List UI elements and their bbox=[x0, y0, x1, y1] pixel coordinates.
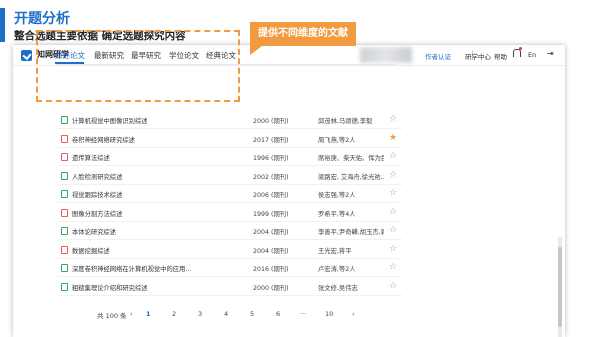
table-row[interactable]: 视觉跟踪技术综述 2006 (期刊) 侯志强,等2人 ☆ bbox=[58, 186, 402, 203]
star-outline-icon[interactable]: ☆ bbox=[389, 187, 397, 199]
document-icon bbox=[61, 116, 68, 124]
paper-year-source: 1999 (期刊) bbox=[253, 210, 289, 218]
help-link[interactable]: 帮助 bbox=[494, 51, 507, 61]
notification-dot bbox=[519, 47, 522, 50]
paper-authors: 卢宏涛,等2人 bbox=[318, 266, 356, 273]
paper-authors: 罗希平,等4人 bbox=[318, 210, 356, 218]
paper-authors: 周飞燕,等2人 bbox=[318, 136, 356, 144]
logout-icon[interactable]: ⇥ bbox=[547, 49, 554, 58]
paper-year-source: 2006 (期刊) bbox=[253, 192, 289, 199]
paper-year-source: 2000 (期刊) bbox=[253, 118, 289, 125]
slide-accent-bar bbox=[0, 8, 5, 42]
star-filled-icon[interactable]: ★ bbox=[389, 132, 397, 144]
author-cert-link[interactable]: 作者认证 bbox=[425, 51, 451, 61]
table-row[interactable]: 卷积神经网络研究综述 2017 (期刊) 周飞燕,等2人 ★ bbox=[58, 131, 402, 148]
document-icon bbox=[61, 190, 68, 198]
paper-year-source: 2002 (期刊) bbox=[253, 173, 289, 181]
tab-classic-papers[interactable]: 经典论文 bbox=[206, 50, 236, 61]
pagination-page-6[interactable]: 6 bbox=[276, 310, 280, 318]
pdf-file-icon bbox=[61, 245, 68, 254]
paper-title-link[interactable]: 本体论研究综述 bbox=[72, 227, 192, 236]
callout-label: 提供不同维度的文献 bbox=[250, 22, 356, 55]
paper-title-link[interactable]: 图像分割方法综述 bbox=[72, 209, 192, 218]
blurred-user-info bbox=[360, 47, 412, 63]
document-icon bbox=[61, 264, 68, 272]
paper-title-link[interactable]: 数据挖掘综述 bbox=[72, 246, 192, 255]
pagination-next[interactable]: › bbox=[352, 310, 355, 318]
paper-year-source: 2017 (期刊) bbox=[253, 136, 289, 144]
star-outline-icon[interactable]: ☆ bbox=[389, 150, 397, 162]
tabs-highlight-box bbox=[36, 30, 240, 102]
paper-authors: 李善平,尹奇韡,胡玉杰,郭... bbox=[318, 229, 384, 236]
pagination-ellipsis: ··· bbox=[300, 310, 307, 318]
pagination-page-3[interactable]: 3 bbox=[198, 310, 202, 318]
table-row[interactable]: 粗糙集理论介绍和研究综述 2000 (期刊) 张文修,吴伟志 ☆ bbox=[58, 279, 402, 296]
study-center-link[interactable]: 研学中心 bbox=[465, 51, 491, 61]
table-row[interactable]: 遗传算法综述 1996 (期刊) 席裕庚、柴天佑、恽为民 ☆ bbox=[58, 149, 402, 166]
paper-year-source: 1996 (期刊) bbox=[253, 155, 289, 162]
table-row[interactable]: 人脸检测研究综述 2002 (期刊) 梁路宏, 艾海舟,徐光祐... ☆ bbox=[58, 168, 402, 185]
table-row[interactable]: 计算机视觉中图像识别综述 2000 (期刊) 邱茂林,马颂德,李毅 ☆ bbox=[58, 112, 402, 129]
paper-authors: 侯志强,等2人 bbox=[318, 192, 356, 199]
star-outline-icon[interactable]: ☆ bbox=[389, 206, 397, 218]
table-row[interactable]: 图像分割方法综述 1999 (期刊) 罗希平,等4人 ☆ bbox=[58, 205, 402, 222]
paper-title-link[interactable]: 计算机视觉中图像识别综述 bbox=[72, 116, 192, 125]
slide-title: 开题分析 bbox=[14, 11, 70, 27]
paper-title-link[interactable]: 粗糙集理论介绍和研究综述 bbox=[72, 283, 192, 292]
document-icon bbox=[61, 227, 68, 235]
pagination-total: 共 100 条 bbox=[97, 312, 127, 320]
star-outline-icon[interactable]: ☆ bbox=[389, 169, 397, 181]
paper-title-link[interactable]: 卷积神经网络研究综述 bbox=[72, 135, 192, 144]
pagination-prev[interactable]: ‹ bbox=[130, 310, 133, 318]
scrollbar-thumb[interactable] bbox=[558, 247, 562, 327]
paper-year-source: 2016 (期刊) bbox=[253, 266, 289, 273]
pdf-file-icon bbox=[61, 134, 68, 143]
pagination-page-5[interactable]: 5 bbox=[250, 310, 254, 318]
star-outline-icon[interactable]: ☆ bbox=[389, 261, 397, 273]
language-en-link[interactable]: En bbox=[528, 51, 536, 59]
table-row[interactable]: 本体论研究综述 2004 (期刊) 李善平,尹奇韡,胡玉杰,郭... ☆ bbox=[58, 223, 402, 240]
pagination-page-4[interactable]: 4 bbox=[224, 310, 228, 318]
table-row[interactable]: 深度卷积神经网络在计算机视觉中的应用... 2016 (期刊) 卢宏涛,等2人 ☆ bbox=[58, 260, 402, 277]
tab-theses[interactable]: 学位论文 bbox=[169, 50, 199, 61]
logo-icon bbox=[21, 50, 32, 61]
paper-authors: 张文修,吴伟志 bbox=[318, 284, 358, 292]
table-row[interactable]: 数据挖掘综述 2004 (期刊) 王光宏,蒋平 ☆ bbox=[58, 242, 402, 259]
star-outline-icon[interactable]: ☆ bbox=[389, 224, 397, 236]
tabs-divider bbox=[55, 64, 395, 65]
paper-authors: 王光宏,蒋平 bbox=[318, 247, 352, 255]
paper-title-link[interactable]: 人脸检测研究综述 bbox=[72, 172, 192, 181]
paper-title-link[interactable]: 遗传算法综述 bbox=[72, 153, 192, 162]
paper-authors: 邱茂林,马颂德,李毅 bbox=[318, 118, 373, 125]
paper-year-source: 2004 (期刊) bbox=[253, 229, 289, 236]
document-icon bbox=[61, 171, 68, 180]
star-outline-icon[interactable]: ☆ bbox=[389, 243, 397, 255]
paper-authors: 席裕庚、柴天佑、恽为民 bbox=[318, 155, 384, 162]
paper-title-link[interactable]: 深度卷积神经网络在计算机视觉中的应用... bbox=[72, 264, 192, 273]
tab-review-papers[interactable]: 综述论文 bbox=[55, 50, 85, 61]
pagination-page-1[interactable]: 1 bbox=[146, 310, 151, 318]
pagination-page-2[interactable]: 2 bbox=[172, 310, 176, 318]
paper-year-source: 2000 (期刊) bbox=[253, 284, 289, 292]
notification-bell-icon[interactable] bbox=[513, 49, 521, 57]
tab-earliest-research[interactable]: 最早研究 bbox=[131, 50, 161, 61]
pdf-file-icon bbox=[61, 153, 68, 161]
star-outline-icon[interactable]: ☆ bbox=[389, 113, 397, 125]
document-icon bbox=[61, 282, 68, 291]
pagination-page-10[interactable]: 10 bbox=[325, 310, 333, 318]
pdf-file-icon bbox=[61, 208, 68, 217]
paper-title-link[interactable]: 视觉跟踪技术综述 bbox=[72, 190, 192, 199]
star-outline-icon[interactable]: ☆ bbox=[389, 280, 397, 292]
paper-authors: 梁路宏, 艾海舟,徐光祐... bbox=[318, 173, 384, 181]
tab-latest-research[interactable]: 最新研究 bbox=[94, 50, 124, 61]
paper-year-source: 2004 (期刊) bbox=[253, 247, 289, 255]
